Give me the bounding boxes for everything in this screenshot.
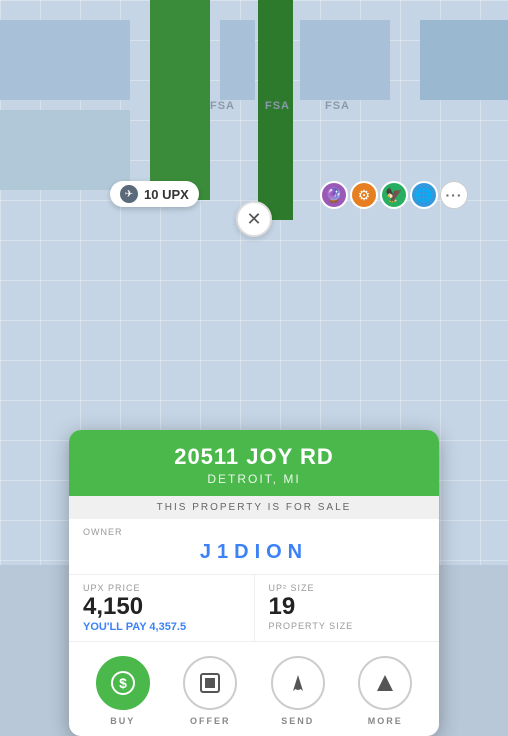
- green-parcel-1: [150, 0, 210, 200]
- offer-button[interactable]: OFFER: [183, 656, 237, 726]
- blue-parcel-2: [220, 20, 255, 100]
- upland-badge[interactable]: ✈ 10 UPX: [110, 181, 199, 207]
- more-players-button[interactable]: ···: [440, 181, 468, 209]
- blue-parcel-4: [420, 20, 508, 100]
- blue-parcel-1: [0, 20, 130, 100]
- owner-name[interactable]: J1DION: [83, 537, 425, 568]
- upx-price-label: UPX PRICE: [83, 583, 240, 593]
- up2-size-label: UP² SIZE: [269, 583, 426, 593]
- property-size-label: PROPERTY SIZE: [269, 621, 426, 631]
- send-button[interactable]: SEND: [271, 656, 325, 726]
- for-sale-banner: THIS PROPERTY IS FOR SALE: [69, 496, 439, 519]
- more-button[interactable]: MORE: [358, 656, 412, 726]
- offer-icon: [183, 656, 237, 710]
- fsa-label-1: FSA: [210, 100, 235, 112]
- buy-button[interactable]: $ BUY: [96, 656, 150, 726]
- upx-price-value: 4,150: [83, 593, 240, 621]
- close-icon: ✕: [246, 209, 261, 230]
- offer-label: OFFER: [190, 716, 231, 726]
- property-address: 20511 JOY RD: [85, 444, 423, 470]
- card-header: 20511 JOY RD DETROIT, MI: [69, 430, 439, 496]
- svg-text:$: $: [119, 675, 127, 691]
- fsa-label-3: FSA: [325, 100, 350, 112]
- buy-icon: $: [96, 656, 150, 710]
- blue-parcel-3: [300, 20, 390, 100]
- you-pay-label: YOU'LL PAY 4,357.5: [83, 621, 240, 633]
- player-icon-4[interactable]: 🌐: [410, 181, 438, 209]
- more-label: MORE: [368, 716, 403, 726]
- player-icon-3[interactable]: 🦅: [380, 181, 408, 209]
- up2-size-stat: UP² SIZE 19 PROPERTY SIZE: [255, 575, 440, 641]
- send-icon: [271, 656, 325, 710]
- send-label: SEND: [281, 716, 314, 726]
- player-icon-2[interactable]: ⚙: [350, 181, 378, 209]
- property-stats: UPX PRICE 4,150 YOU'LL PAY 4,357.5 UP² S…: [69, 575, 439, 642]
- buy-label: BUY: [110, 716, 135, 726]
- more-icon: [358, 656, 412, 710]
- close-button[interactable]: ✕: [236, 201, 272, 237]
- owner-section: OWNER J1DION: [69, 519, 439, 575]
- fsa-label-2: FSA: [265, 100, 290, 112]
- upx-price-stat: UPX PRICE 4,150 YOU'LL PAY 4,357.5: [69, 575, 255, 641]
- upland-icon: ✈: [120, 185, 138, 203]
- up2-size-value: 19: [269, 593, 426, 621]
- owner-label: OWNER: [83, 527, 425, 537]
- upland-value: 10 UPX: [144, 187, 189, 202]
- action-buttons: $ BUY OFFER: [69, 642, 439, 736]
- player-icon-1[interactable]: 🔮: [320, 181, 348, 209]
- property-city: DETROIT, MI: [85, 472, 423, 486]
- property-card: 20511 JOY RD DETROIT, MI THIS PROPERTY I…: [69, 430, 439, 736]
- blue-parcel-5: [0, 110, 130, 190]
- player-icons-row: 🔮 ⚙ 🦅 🌐 ···: [320, 181, 468, 209]
